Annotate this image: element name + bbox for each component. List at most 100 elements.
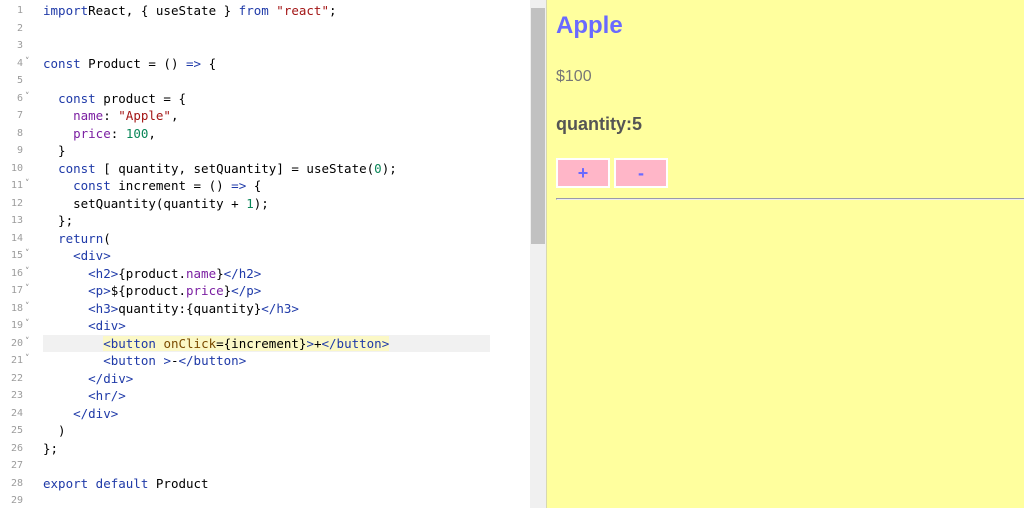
fold-chevron-icon[interactable]: ˅ [25,334,30,352]
code-line[interactable]: 9 } [0,142,530,160]
code-token: <h3> [88,300,119,316]
line-number: 20 [10,337,23,349]
code-line[interactable]: 26}; [0,440,530,458]
code-token: <hr/> [88,388,126,403]
code-line[interactable]: 14 return( [0,230,530,248]
code-token: Product [148,475,209,491]
line-gutter: 28 [0,475,36,493]
line-gutter: 20 ˅ [0,335,36,353]
line-gutter: 3 [0,37,36,55]
code-line[interactable]: 27 [0,457,530,475]
code-token: React, { useState } [88,3,239,18]
code-line[interactable]: 24 </div> [0,405,530,423]
code-token: , [170,108,179,123]
code-token: price [186,283,224,298]
code-token: quantity:{quantity} [118,300,262,316]
line-number: 18 [10,302,23,314]
code-line[interactable]: 6 ˅ const product = { [0,90,530,108]
line-number: 16 [10,267,23,279]
increment-button[interactable]: + [556,158,610,188]
editor-scrollbar-thumb[interactable] [531,8,545,244]
fold-chevron-icon[interactable]: ˅ [25,54,30,72]
code-token: ( [103,230,111,246]
code-text: <h3>quantity:{quantity}</h3> [43,300,490,318]
code-token: import [43,3,89,18]
code-token: { [201,55,217,71]
code-editor[interactable]: 1 importReact, { useState } from "react";… [0,0,530,508]
code-line[interactable]: 16 ˅ <h2>{product.name}</h2> [0,265,530,283]
code-line[interactable]: 29 [0,492,530,508]
code-text: setQuantity(quantity + 1); [43,195,490,213]
code-line[interactable]: 5 [0,72,530,90]
code-token: 100 [125,125,149,141]
line-gutter: 21 ˅ [0,352,36,370]
code-line[interactable]: 4 ˅ const Product = () => { [0,55,530,73]
fold-chevron-icon[interactable]: ˅ [25,351,30,369]
decrement-button[interactable]: - [614,158,668,188]
fold-chevron-icon[interactable]: ˅ [25,316,30,334]
code-line[interactable]: 19 ˅ <div> [0,317,530,335]
code-text: const Product = () => { [43,55,490,73]
code-token: </h2> [223,265,262,281]
code-text: <hr/> [43,387,490,405]
code-line[interactable]: 10 const [ quantity, setQuantity] = useS… [0,160,530,178]
code-line[interactable]: 17 ˅ <p>${product.price}</p> [0,282,530,300]
code-line[interactable]: 21 ˅ <button >-</button> [0,352,530,370]
code-text: ) [43,422,490,440]
line-number: 25 [10,425,23,436]
line-number: 19 [10,320,23,331]
code-line[interactable]: 13 }; [0,212,530,230]
code-line[interactable]: 8 price: 100, [0,125,530,143]
fold-chevron-icon[interactable]: ˅ [25,176,30,194]
code-line[interactable]: 7 name: "Apple", [0,107,530,125]
line-number: 10 [10,162,23,174]
code-line[interactable]: 20 ˅ <button onClick={increment}>+</butto… [0,334,530,353]
code-text: const [ quantity, setQuantity] = useStat… [43,160,490,178]
fold-chevron-icon[interactable]: ˅ [25,89,30,107]
preview-pane: Apple $100 quantity:5 + - [547,0,1024,508]
line-number: 4 [16,57,23,69]
code-line[interactable]: 22 </div> [0,370,530,388]
code-line[interactable]: 2 [0,20,530,38]
code-line[interactable]: 18 ˅ <h3>quantity:{quantity}</h3> [0,300,530,318]
code-line[interactable]: 3 [0,37,530,55]
line-gutter: 23 [0,387,36,405]
line-number: 12 [10,197,23,209]
line-number: 27 [10,460,23,471]
fold-chevron-icon[interactable]: ˅ [25,264,30,282]
code-line[interactable]: 23 <hr/> [0,387,530,405]
line-gutter: 24 [0,405,36,423]
code-token: ${product. [110,283,186,298]
code-line[interactable]: 25 ) [0,422,530,440]
line-gutter: 7 [0,107,36,125]
code-text: const increment = () => { [43,177,490,195]
line-gutter: 2 [0,20,36,38]
code-line[interactable]: 1 importReact, { useState } from "react"; [0,2,530,20]
line-number: 1 [16,5,23,16]
line-gutter: 11 ˅ [0,177,36,195]
fold-chevron-icon[interactable]: ˅ [25,281,30,299]
line-gutter: 25 [0,422,36,440]
fold-chevron-icon[interactable]: ˅ [25,246,30,264]
code-token: onClick [163,335,217,351]
line-number: 7 [16,110,23,121]
line-gutter: 5 [0,72,36,90]
code-text: }; [43,212,490,230]
line-number: 28 [10,477,23,489]
code-token: <button [103,335,156,351]
fold-chevron-icon[interactable]: ˅ [25,299,30,317]
code-line[interactable]: 12 setQuantity(quantity + 1); [0,195,530,213]
line-gutter: 9 [0,142,36,160]
code-line[interactable]: 11 ˅ const increment = () => { [0,177,530,195]
code-token: > [163,353,171,368]
code-line[interactable]: 15 ˅ <div> [0,247,530,265]
code-line[interactable]: 28 export default Product [0,475,530,493]
code-token: - [170,353,179,368]
code-token: : [103,108,119,123]
